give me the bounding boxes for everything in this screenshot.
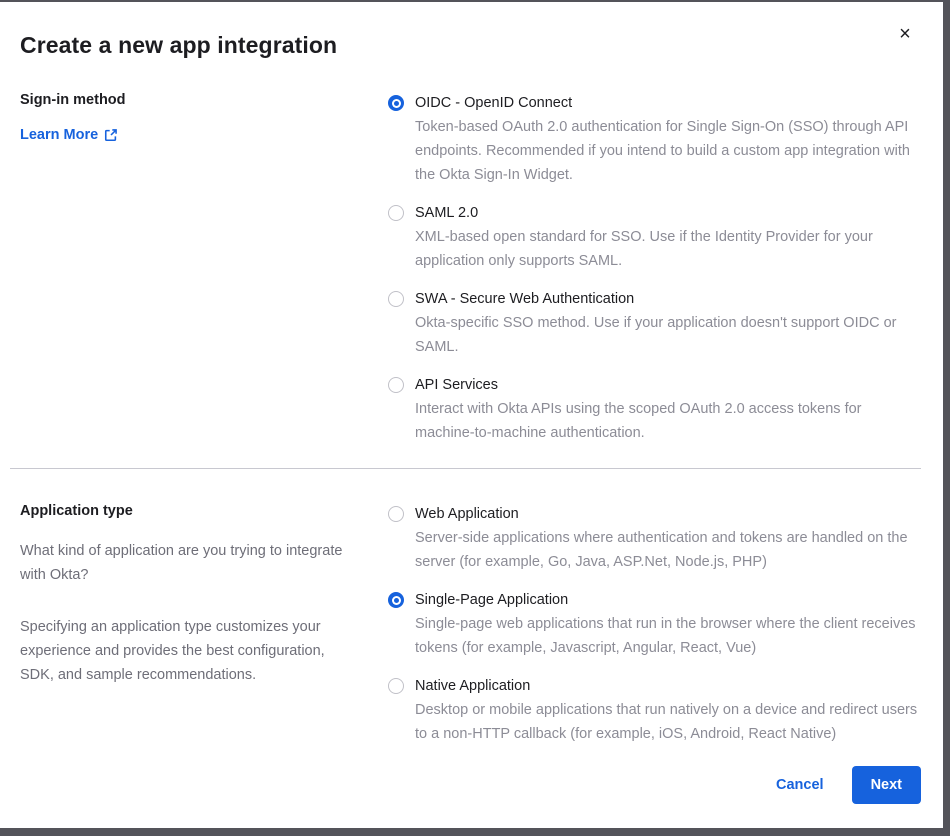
radio-option-description: Okta-specific SSO method. Use if your ap… bbox=[415, 311, 920, 359]
learn-more-link[interactable]: Learn More bbox=[20, 127, 118, 143]
application-type-question: What kind of application are you trying … bbox=[20, 539, 358, 587]
radio-option-body: Native ApplicationDesktop or mobile appl… bbox=[415, 675, 920, 746]
section-divider bbox=[10, 468, 921, 469]
radio-option-api-services[interactable]: API ServicesInteract with Okta APIs usin… bbox=[388, 374, 921, 445]
radio-unselected-icon[interactable] bbox=[388, 678, 404, 694]
radio-option-label: Native Application bbox=[415, 675, 920, 697]
radio-option-body: Single-Page ApplicationSingle-page web a… bbox=[415, 589, 920, 660]
radio-option-body: API ServicesInteract with Okta APIs usin… bbox=[415, 374, 920, 445]
radio-unselected-icon[interactable] bbox=[388, 291, 404, 307]
external-link-icon bbox=[104, 128, 118, 142]
radio-option-oidc-openid-connect[interactable]: OIDC - OpenID ConnectToken-based OAuth 2… bbox=[388, 92, 921, 187]
cancel-button[interactable]: Cancel bbox=[776, 777, 824, 793]
radio-option-single-page-application[interactable]: Single-Page ApplicationSingle-page web a… bbox=[388, 589, 921, 660]
radio-option-body: OIDC - OpenID ConnectToken-based OAuth 2… bbox=[415, 92, 920, 187]
radio-option-saml-2-0[interactable]: SAML 2.0XML-based open standard for SSO.… bbox=[388, 202, 921, 273]
application-type-left-column: Application type What kind of applicatio… bbox=[20, 503, 388, 746]
radio-option-description: Single-page web applications that run in… bbox=[415, 612, 920, 660]
radio-option-label: SAML 2.0 bbox=[415, 202, 920, 224]
application-type-options: Web ApplicationServer-side applications … bbox=[388, 503, 921, 746]
radio-option-body: Web ApplicationServer-side applications … bbox=[415, 503, 920, 574]
signin-method-options: OIDC - OpenID ConnectToken-based OAuth 2… bbox=[388, 92, 921, 445]
dialog-title: Create a new app integration bbox=[20, 32, 921, 59]
signin-method-left-column: Sign-in method Learn More bbox=[20, 92, 388, 445]
radio-option-description: XML-based open standard for SSO. Use if … bbox=[415, 225, 920, 273]
dialog-footer: Cancel Next bbox=[20, 766, 921, 804]
application-type-section: Application type What kind of applicatio… bbox=[20, 503, 921, 746]
radio-option-body: SAML 2.0XML-based open standard for SSO.… bbox=[415, 202, 920, 273]
radio-option-description: Server-side applications where authentic… bbox=[415, 526, 920, 574]
radio-option-label: Single-Page Application bbox=[415, 589, 920, 611]
application-type-explanation: Specifying an application type customize… bbox=[20, 615, 358, 687]
radio-unselected-icon[interactable] bbox=[388, 506, 404, 522]
radio-unselected-icon[interactable] bbox=[388, 205, 404, 221]
page-backdrop: × Create a new app integration Sign-in m… bbox=[0, 0, 950, 836]
close-icon[interactable]: × bbox=[893, 22, 917, 46]
radio-unselected-icon[interactable] bbox=[388, 377, 404, 393]
radio-selected-icon[interactable] bbox=[388, 95, 404, 111]
signin-method-section: Sign-in method Learn More OIDC - OpenID … bbox=[20, 92, 921, 445]
learn-more-label: Learn More bbox=[20, 127, 98, 143]
application-type-heading: Application type bbox=[20, 503, 358, 519]
radio-option-label: API Services bbox=[415, 374, 920, 396]
radio-selected-icon[interactable] bbox=[388, 592, 404, 608]
radio-option-body: SWA - Secure Web AuthenticationOkta-spec… bbox=[415, 288, 920, 359]
signin-method-heading: Sign-in method bbox=[20, 92, 358, 108]
radio-option-web-application[interactable]: Web ApplicationServer-side applications … bbox=[388, 503, 921, 574]
radio-option-label: SWA - Secure Web Authentication bbox=[415, 288, 920, 310]
radio-option-description: Token-based OAuth 2.0 authentication for… bbox=[415, 115, 920, 187]
radio-option-description: Desktop or mobile applications that run … bbox=[415, 698, 920, 746]
radio-option-label: Web Application bbox=[415, 503, 920, 525]
next-button[interactable]: Next bbox=[852, 766, 921, 804]
create-app-integration-dialog: × Create a new app integration Sign-in m… bbox=[0, 2, 943, 828]
radio-option-description: Interact with Okta APIs using the scoped… bbox=[415, 397, 920, 445]
radio-option-native-application[interactable]: Native ApplicationDesktop or mobile appl… bbox=[388, 675, 921, 746]
radio-option-label: OIDC - OpenID Connect bbox=[415, 92, 920, 114]
radio-option-swa-secure-web-authentication[interactable]: SWA - Secure Web AuthenticationOkta-spec… bbox=[388, 288, 921, 359]
